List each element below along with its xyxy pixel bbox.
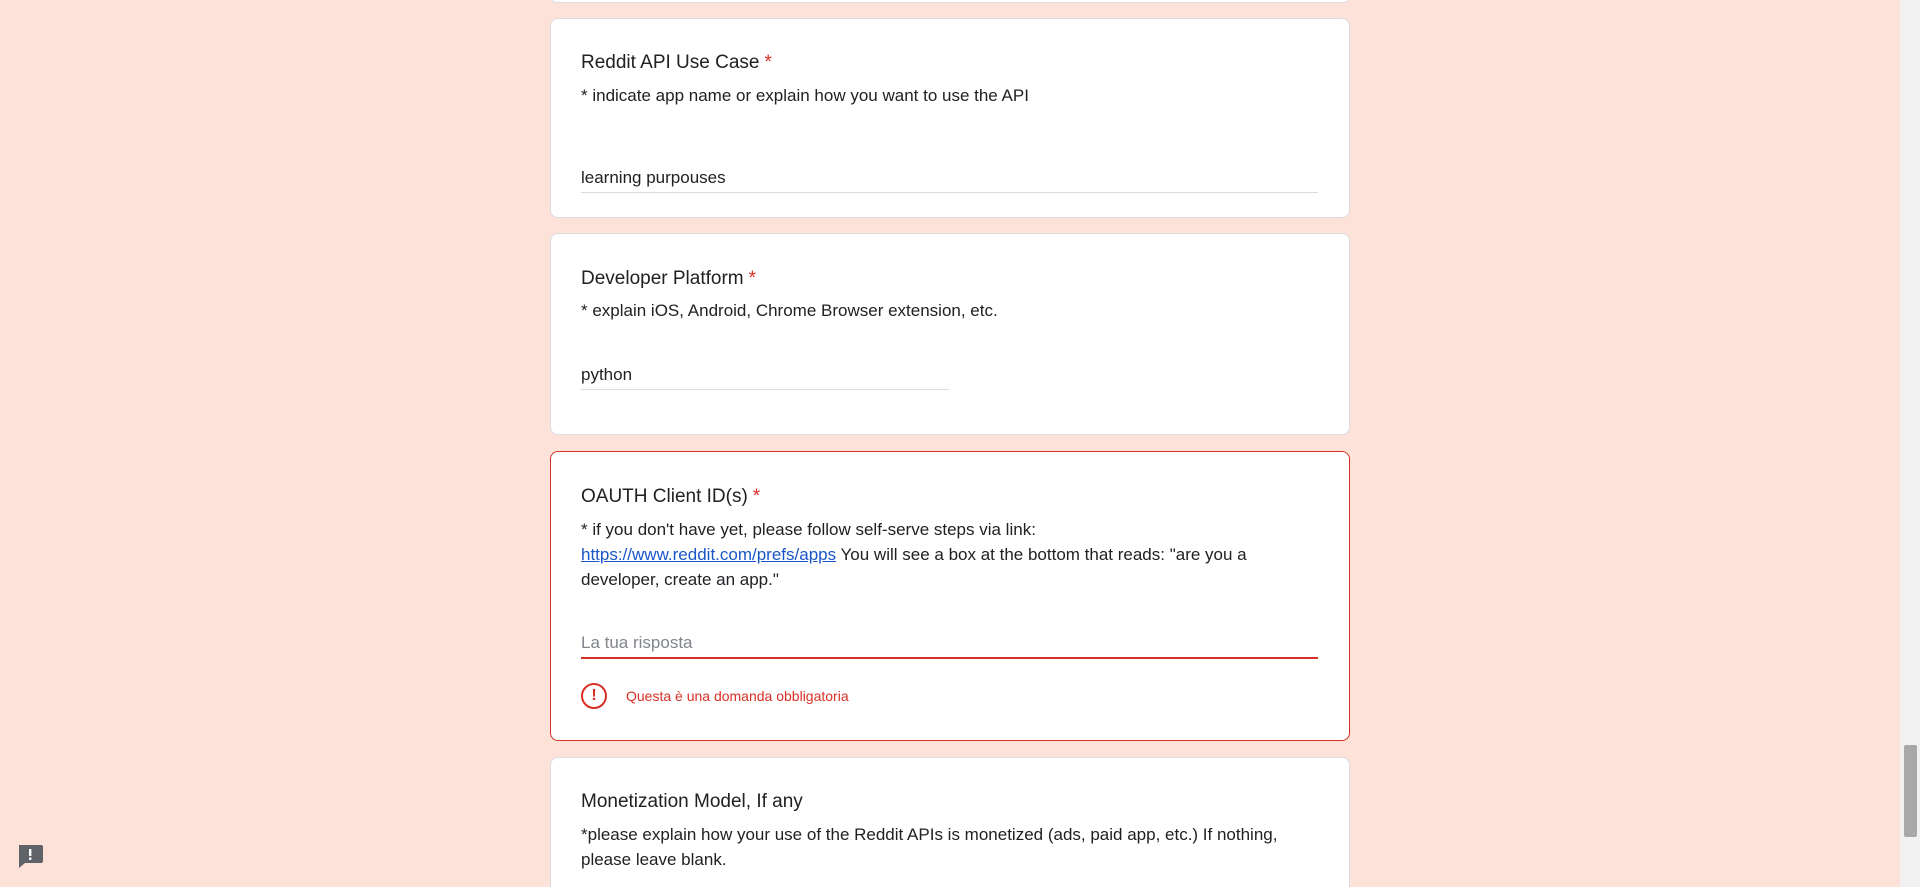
developer-platform-answer-input[interactable]: [581, 360, 949, 390]
reddit-prefs-apps-link[interactable]: https://www.reddit.com/prefs/apps: [581, 545, 836, 564]
previous-question-card: [550, 0, 1350, 3]
required-asterisk: *: [748, 268, 757, 289]
report-feedback-icon[interactable]: [16, 843, 44, 869]
question-title-text: Developer Platform: [581, 268, 744, 289]
question-card-monetization: Monetization Model, If any *please expla…: [550, 757, 1350, 887]
error-row: ! Questa è una domanda obbligatoria: [581, 682, 849, 710]
question-description: *please explain how your use of the Redd…: [581, 825, 1278, 869]
form-page: Reddit API Use Case * * indicate app name…: [0, 0, 1920, 887]
question-card-use-case: Reddit API Use Case * * indicate app name…: [550, 18, 1350, 218]
question-title: Reddit API Use Case *: [581, 52, 772, 74]
question-title-text: Reddit API Use Case: [581, 52, 760, 73]
error-exclamation-icon: !: [581, 683, 607, 709]
question-description: * explain iOS, Android, Chrome Browser e…: [581, 301, 998, 320]
error-message: Questa è una domanda obbligatoria: [626, 688, 849, 704]
use-case-answer-input[interactable]: [581, 163, 1318, 193]
required-asterisk: *: [752, 486, 761, 507]
question-description: * indicate app name or explain how you w…: [581, 86, 1029, 105]
question-description: * if you don't have yet, please follow s…: [581, 517, 1319, 592]
question-title: Developer Platform *: [581, 268, 756, 290]
question-title-text: OAUTH Client ID(s): [581, 486, 748, 507]
question-title: OAUTH Client ID(s) *: [581, 486, 760, 508]
question-card-developer-platform: Developer Platform * * explain iOS, Andro…: [550, 233, 1350, 435]
question-title-text: Monetization Model, If any: [581, 791, 803, 812]
required-asterisk: *: [764, 52, 772, 73]
oauth-client-id-answer-input[interactable]: [581, 629, 1318, 659]
question-title: Monetization Model, If any: [581, 791, 803, 813]
question-card-oauth-client-id: OAUTH Client ID(s) * * if you don't have …: [550, 451, 1350, 741]
scrollbar-thumb[interactable]: [1904, 745, 1917, 837]
description-line: * if you don't have yet, please follow s…: [581, 520, 1036, 539]
